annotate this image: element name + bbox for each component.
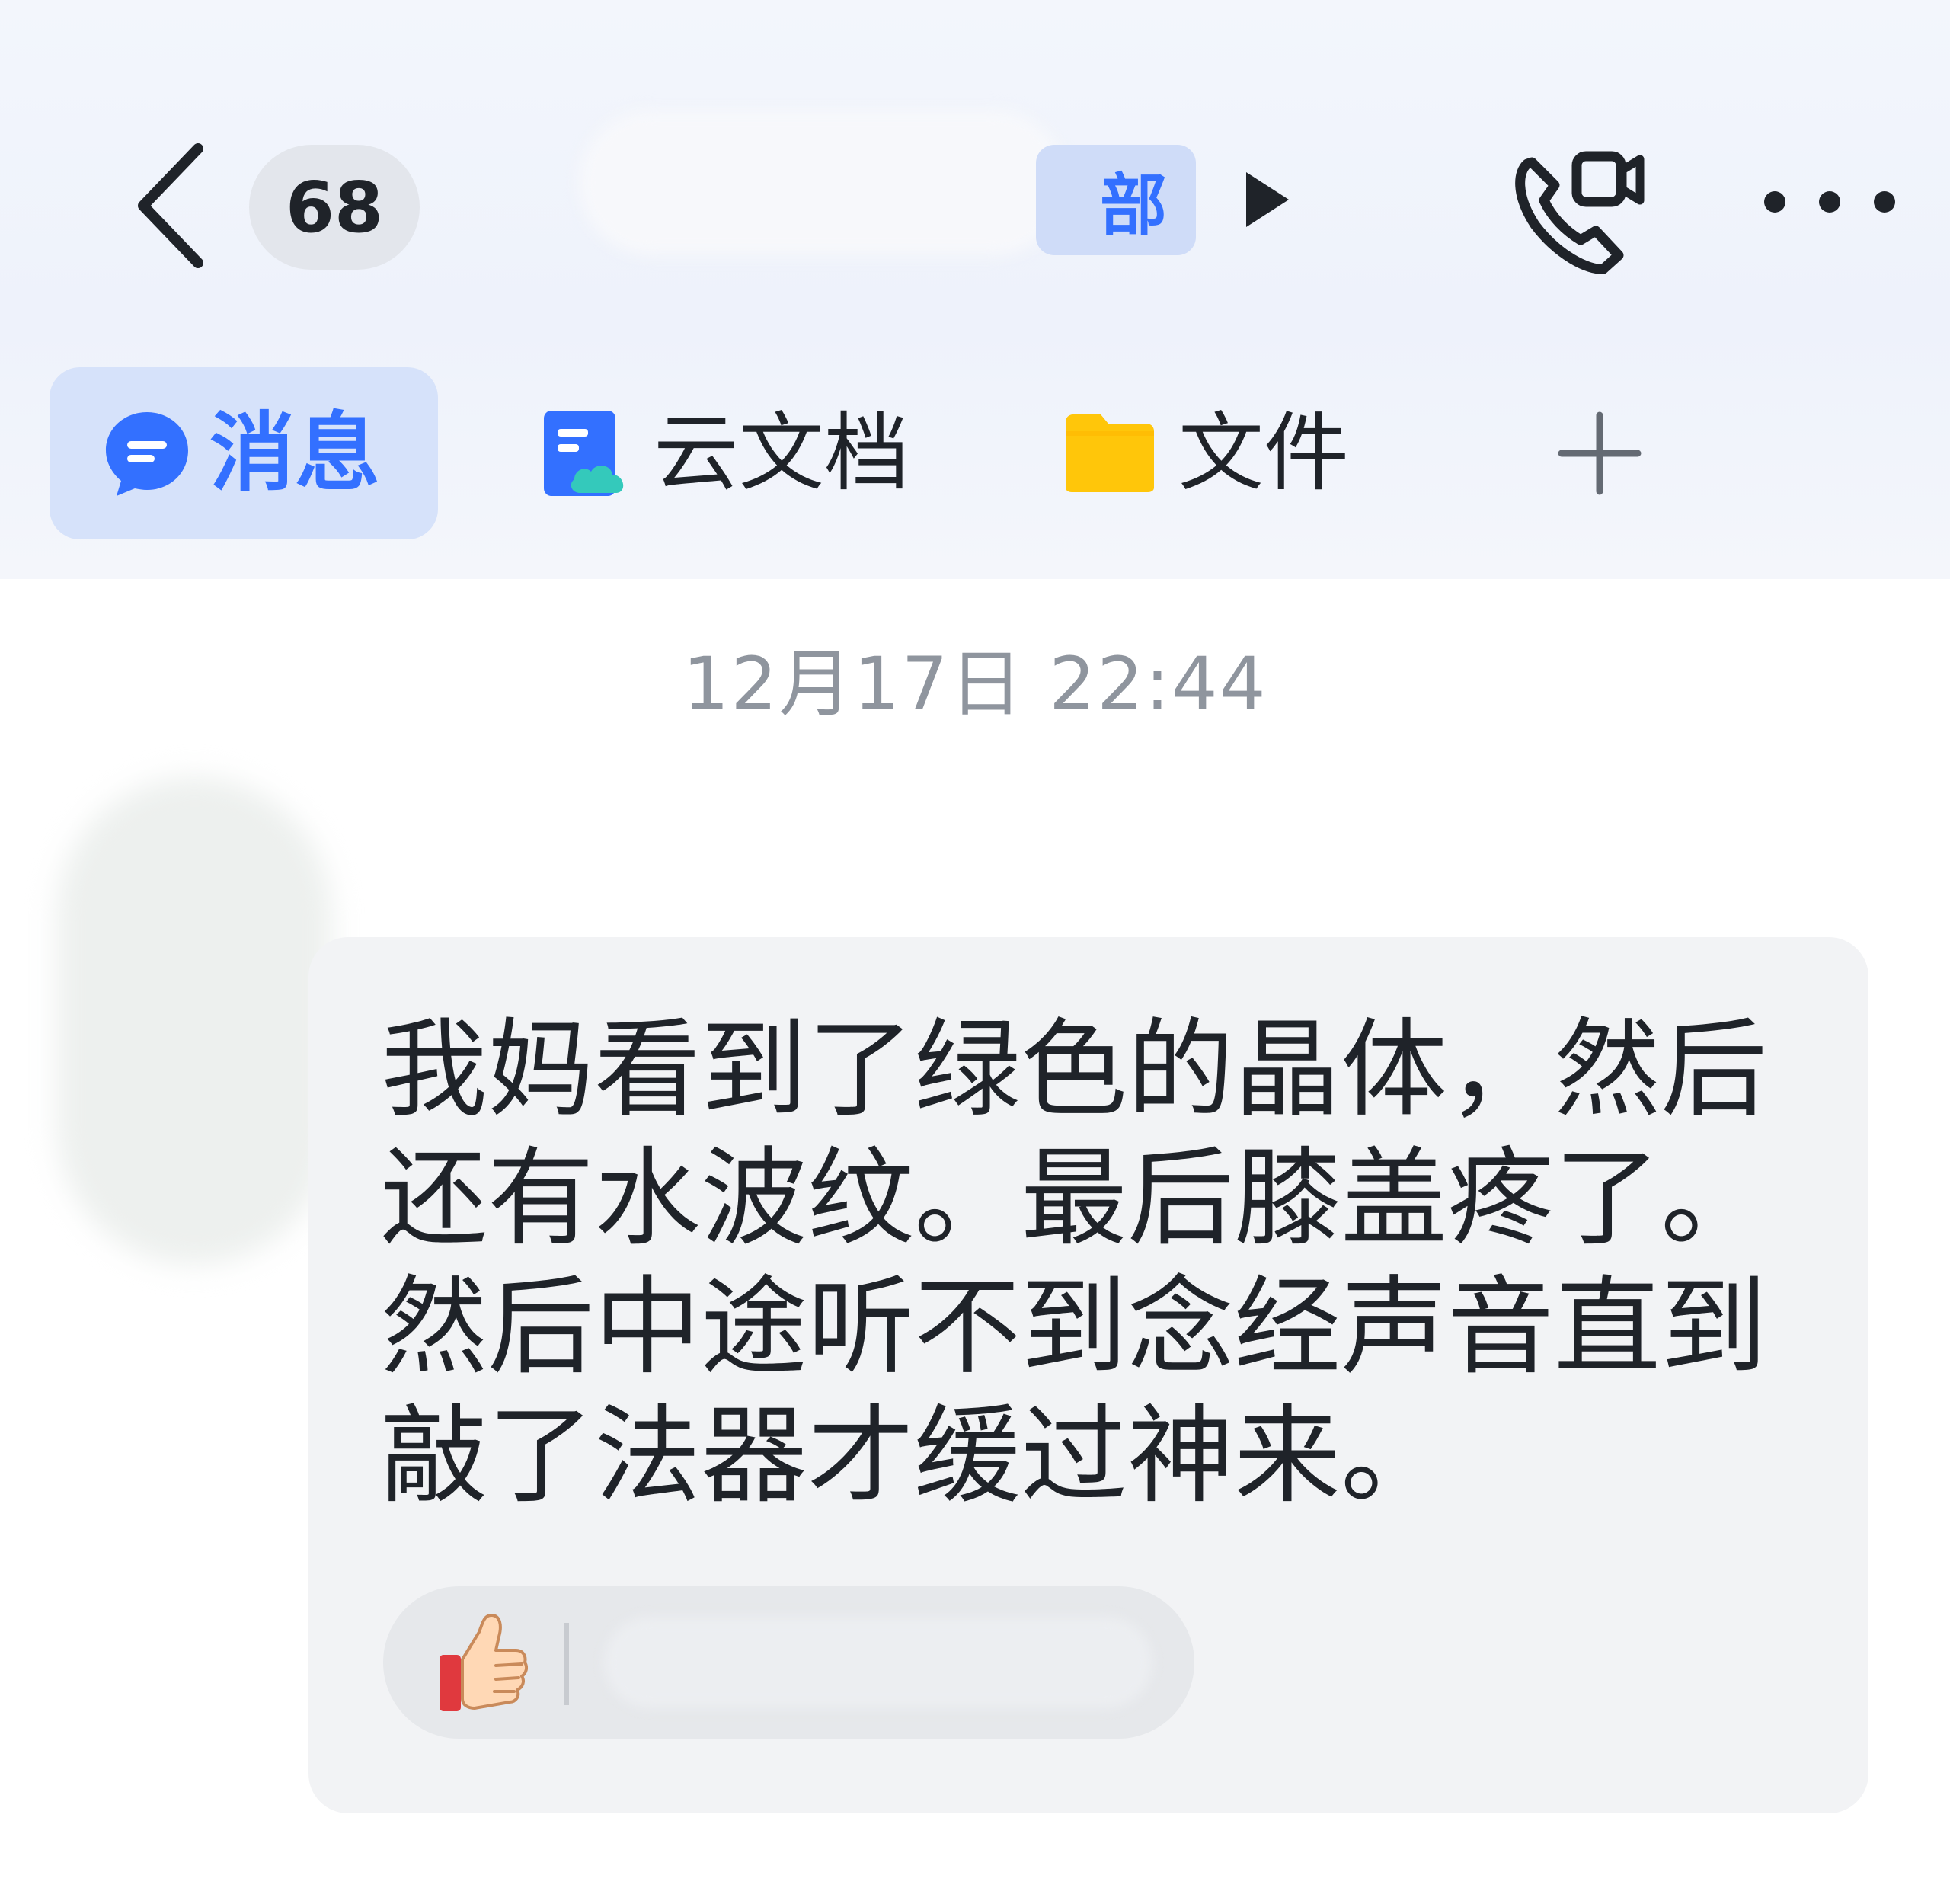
tab-cloud-docs[interactable]: 云文档 [541, 367, 909, 539]
chat-title-suffix: 部 [1099, 166, 1167, 245]
thumbs-up-icon [440, 1614, 528, 1711]
triangle-right-icon[interactable] [1240, 169, 1293, 230]
reaction-bar[interactable] [383, 1586, 1194, 1739]
message-bubble[interactable]: 我妈看到了绿色的晶体，然后还有水波纹。最后膝盖疼了。然后中途听不到念经声音直到敲… [308, 937, 1868, 1813]
video-call-icon[interactable] [1504, 141, 1657, 278]
message-timestamp: 12月17日 22:44 [682, 642, 1268, 727]
plus-icon[interactable] [1558, 411, 1642, 495]
tab-cloud-docs-label: 云文档 [654, 404, 909, 503]
unread-count-badge[interactable]: 68 [249, 145, 420, 270]
tab-files-label: 文件 [1178, 404, 1349, 503]
folder-icon [1066, 414, 1154, 492]
more-dots-icon[interactable] [1760, 171, 1900, 232]
message-text: 我妈看到了绿色的晶体，然后还有水波纹。最后膝盖疼了。然后中途听不到念经声音直到敲… [381, 1008, 1768, 1518]
cloud-doc-icon [544, 411, 624, 496]
tab-messages-label: 消息 [209, 404, 380, 503]
reaction-users-redacted [604, 1617, 1152, 1708]
chat-bubble-icon [106, 412, 188, 496]
avatar[interactable] [57, 777, 331, 1265]
reaction-separator [564, 1623, 569, 1705]
tab-messages[interactable]: 消息 [50, 367, 438, 539]
tab-files[interactable]: 文件 [1063, 367, 1349, 539]
chat-title-tag[interactable]: 部 [1036, 145, 1196, 255]
chevron-left-icon[interactable] [129, 141, 213, 270]
chat-header: 68 部 消息 云文档 文件 [0, 0, 1950, 579]
chat-title-redacted [579, 110, 1066, 255]
